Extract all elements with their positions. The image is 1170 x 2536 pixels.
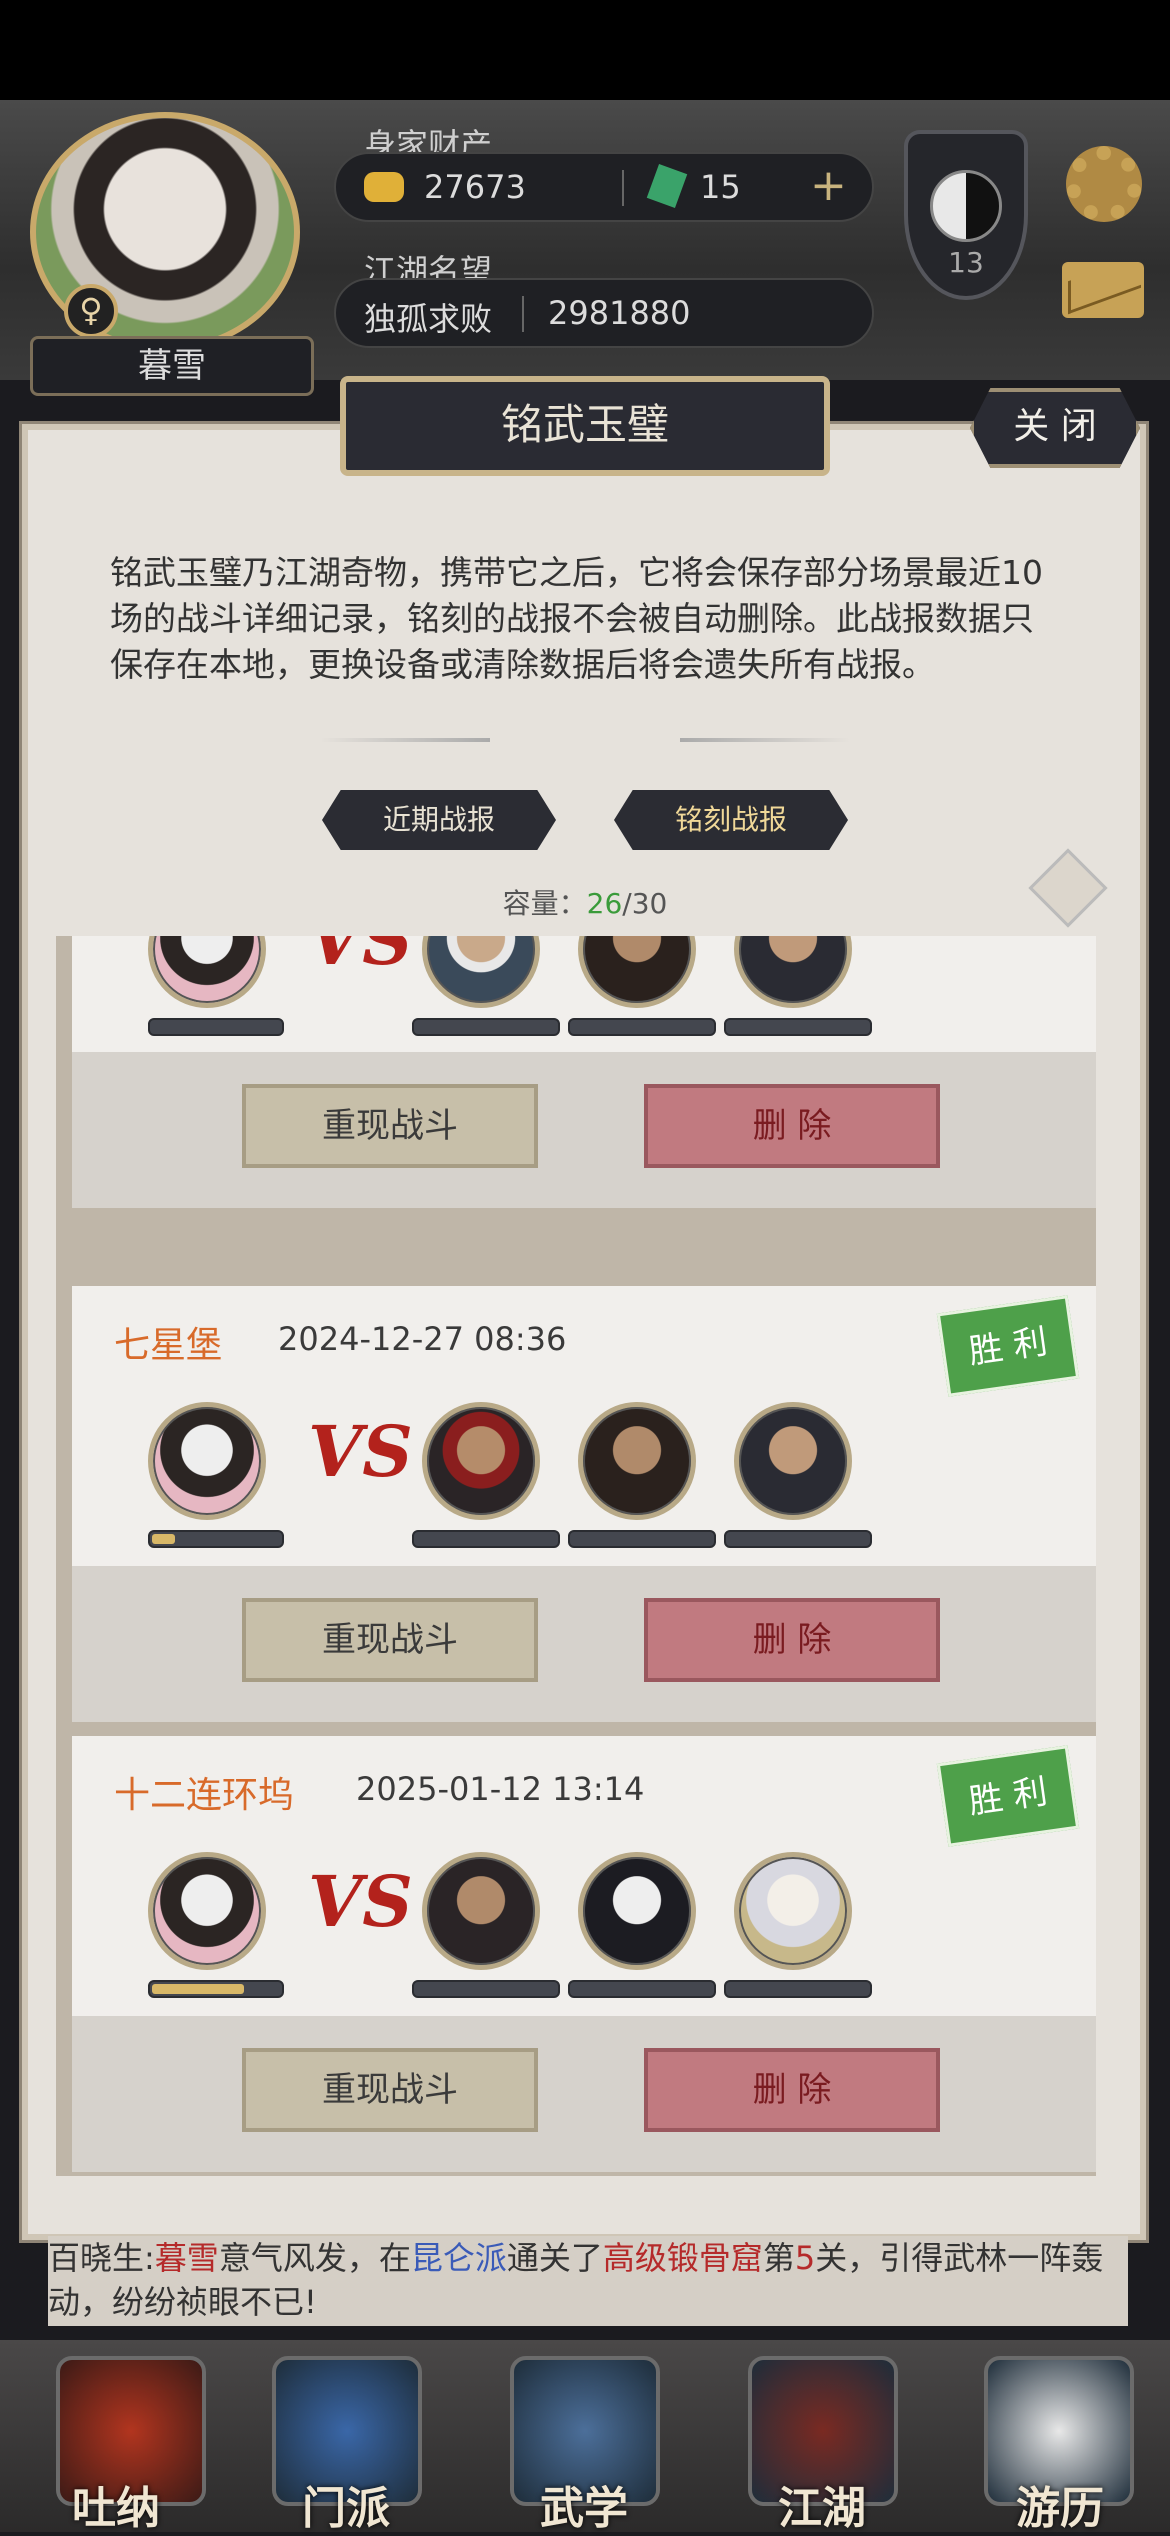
settings-gear-icon[interactable] xyxy=(1066,146,1142,222)
enemy-portrait xyxy=(422,1402,540,1520)
enemy-hp-bar xyxy=(724,1018,872,1036)
enemy-hp-bar xyxy=(568,1980,716,1998)
fame-title: 独孤求败 xyxy=(364,300,493,338)
enemy-portrait xyxy=(578,1402,696,1520)
nav-label[interactable]: 武学 xyxy=(484,2472,684,2536)
replay-battle-button[interactable]: 重现战斗 xyxy=(242,1084,538,1168)
enemy-hp-bar xyxy=(412,1018,560,1036)
battle-date: 2025-01-12 13:14 xyxy=(356,1770,645,1808)
status-bar xyxy=(0,0,1170,100)
enemy-portrait xyxy=(734,1852,852,1970)
delete-button[interactable]: 删 除 xyxy=(644,1598,940,1682)
tab-engraved-reports[interactable]: 铭刻战报 xyxy=(614,790,848,850)
rank-number: 13 xyxy=(948,246,984,279)
ticker-number: 5 xyxy=(794,2239,816,2277)
victory-stamp: 胜 利 xyxy=(936,1745,1080,1847)
capacity-readout: 容量：26/30 xyxy=(0,882,1170,922)
battle-record-card: 七星堡 2024-12-27 08:36 胜 利 VS 重现战斗 删 除 xyxy=(72,1286,1096,1722)
enemy-portrait xyxy=(734,1402,852,1520)
vs-icon: VS xyxy=(308,936,413,981)
enemy-portrait xyxy=(734,936,852,1008)
nav-label[interactable]: 门派 xyxy=(246,2472,446,2536)
ornament-divider-left xyxy=(320,738,490,742)
player-portrait xyxy=(148,936,266,1008)
player-hp-bar xyxy=(148,1980,284,1998)
player-portrait xyxy=(148,1852,266,1970)
ticker-player: 暮雪 xyxy=(154,2239,219,2277)
battle-location: 七星堡 xyxy=(114,1325,223,1366)
fame-value: 2981880 xyxy=(548,294,691,332)
enemy-hp-bar xyxy=(568,1018,716,1036)
news-ticker: 百晓生:暮雪意气风发，在昆仑派通关了高级锻骨窟第5关，引得武林一阵轰动，纷纷祯眼… xyxy=(48,2236,1128,2326)
player-hp-bar xyxy=(148,1018,284,1036)
ticker-stage: 高级锻骨窟 xyxy=(602,2239,763,2277)
gender-icon: ♀ xyxy=(64,284,118,338)
battle-date: 2024-12-27 08:36 xyxy=(278,1320,567,1358)
enemy-portrait xyxy=(578,936,696,1008)
enemy-hp-bar xyxy=(724,1980,872,1998)
dialog-title: 铭武玉璧 xyxy=(340,376,830,476)
capacity-label: 容量： xyxy=(502,887,587,920)
mail-icon[interactable] xyxy=(1062,262,1144,318)
gold-value: 27673 xyxy=(424,168,526,206)
ticker-sect: 昆仑派 xyxy=(410,2239,507,2277)
jade-value: 15 xyxy=(700,168,741,206)
capacity-used: 26 xyxy=(586,887,623,920)
ticker-text: 通关了 xyxy=(506,2239,603,2277)
ticker-text: 第 xyxy=(762,2239,795,2277)
ornament-divider-right xyxy=(680,738,850,742)
ticker-text: 意气风发，在 xyxy=(218,2239,411,2277)
close-button[interactable]: 关 闭 xyxy=(970,388,1140,468)
battle-record-list[interactable]: VS 重现战斗 删 除 七星堡 2024-12-27 08:36 胜 利 VS … xyxy=(56,936,1096,2176)
battle-record-card: VS 重现战斗 删 除 xyxy=(72,936,1096,1208)
enemy-hp-bar xyxy=(412,1530,560,1548)
enemy-hp-bar xyxy=(724,1530,872,1548)
capacity-total: /30 xyxy=(622,887,668,920)
nav-label[interactable]: 吐纳 xyxy=(16,2472,216,2536)
replay-battle-button[interactable]: 重现战斗 xyxy=(242,2048,538,2132)
battle-location: 十二连环坞 xyxy=(114,1775,295,1816)
enemy-portrait xyxy=(422,1852,540,1970)
enemy-hp-bar xyxy=(568,1530,716,1548)
delete-button[interactable]: 删 除 xyxy=(644,1084,940,1168)
nav-label[interactable]: 游历 xyxy=(960,2472,1160,2536)
divider xyxy=(622,170,624,206)
vs-icon: VS xyxy=(308,1410,413,1493)
wealth-pill xyxy=(334,152,874,222)
player-portrait xyxy=(148,1402,266,1520)
enemy-hp-bar xyxy=(412,1980,560,1998)
add-currency-button[interactable]: + xyxy=(810,164,847,208)
enemy-portrait xyxy=(578,1852,696,1970)
delete-button[interactable]: 删 除 xyxy=(644,2048,940,2132)
divider xyxy=(522,296,524,332)
victory-stamp: 胜 利 xyxy=(936,1295,1080,1397)
tab-recent-reports[interactable]: 近期战报 xyxy=(322,790,556,850)
vs-icon: VS xyxy=(308,1860,413,1943)
ticker-prefix: 百晓生: xyxy=(48,2239,155,2277)
player-hp-fill xyxy=(152,1984,244,1994)
gold-icon xyxy=(364,172,404,202)
card-actions: 重现战斗 删 除 xyxy=(72,1052,1096,1208)
yinyang-icon xyxy=(930,170,1002,242)
dialog-description: 铭武玉璧乃江湖奇物，携带它之后，它将会保存部分场景最近10场的战斗详细记录，铭刻… xyxy=(110,553,1043,684)
battle-record-card: 十二连环坞 2025-01-12 13:14 胜 利 VS 重现战斗 删 除 xyxy=(72,1736,1096,2172)
replay-battle-button[interactable]: 重现战斗 xyxy=(242,1598,538,1682)
player-hp-fill xyxy=(152,1534,175,1544)
card-actions: 重现战斗 删 除 xyxy=(72,1566,1096,1722)
player-name: 暮雪 xyxy=(30,336,314,396)
nav-label[interactable]: 江湖 xyxy=(722,2472,922,2536)
enemy-portrait xyxy=(422,936,540,1008)
player-hp-bar xyxy=(148,1530,284,1548)
card-actions: 重现战斗 删 除 xyxy=(72,2016,1096,2172)
